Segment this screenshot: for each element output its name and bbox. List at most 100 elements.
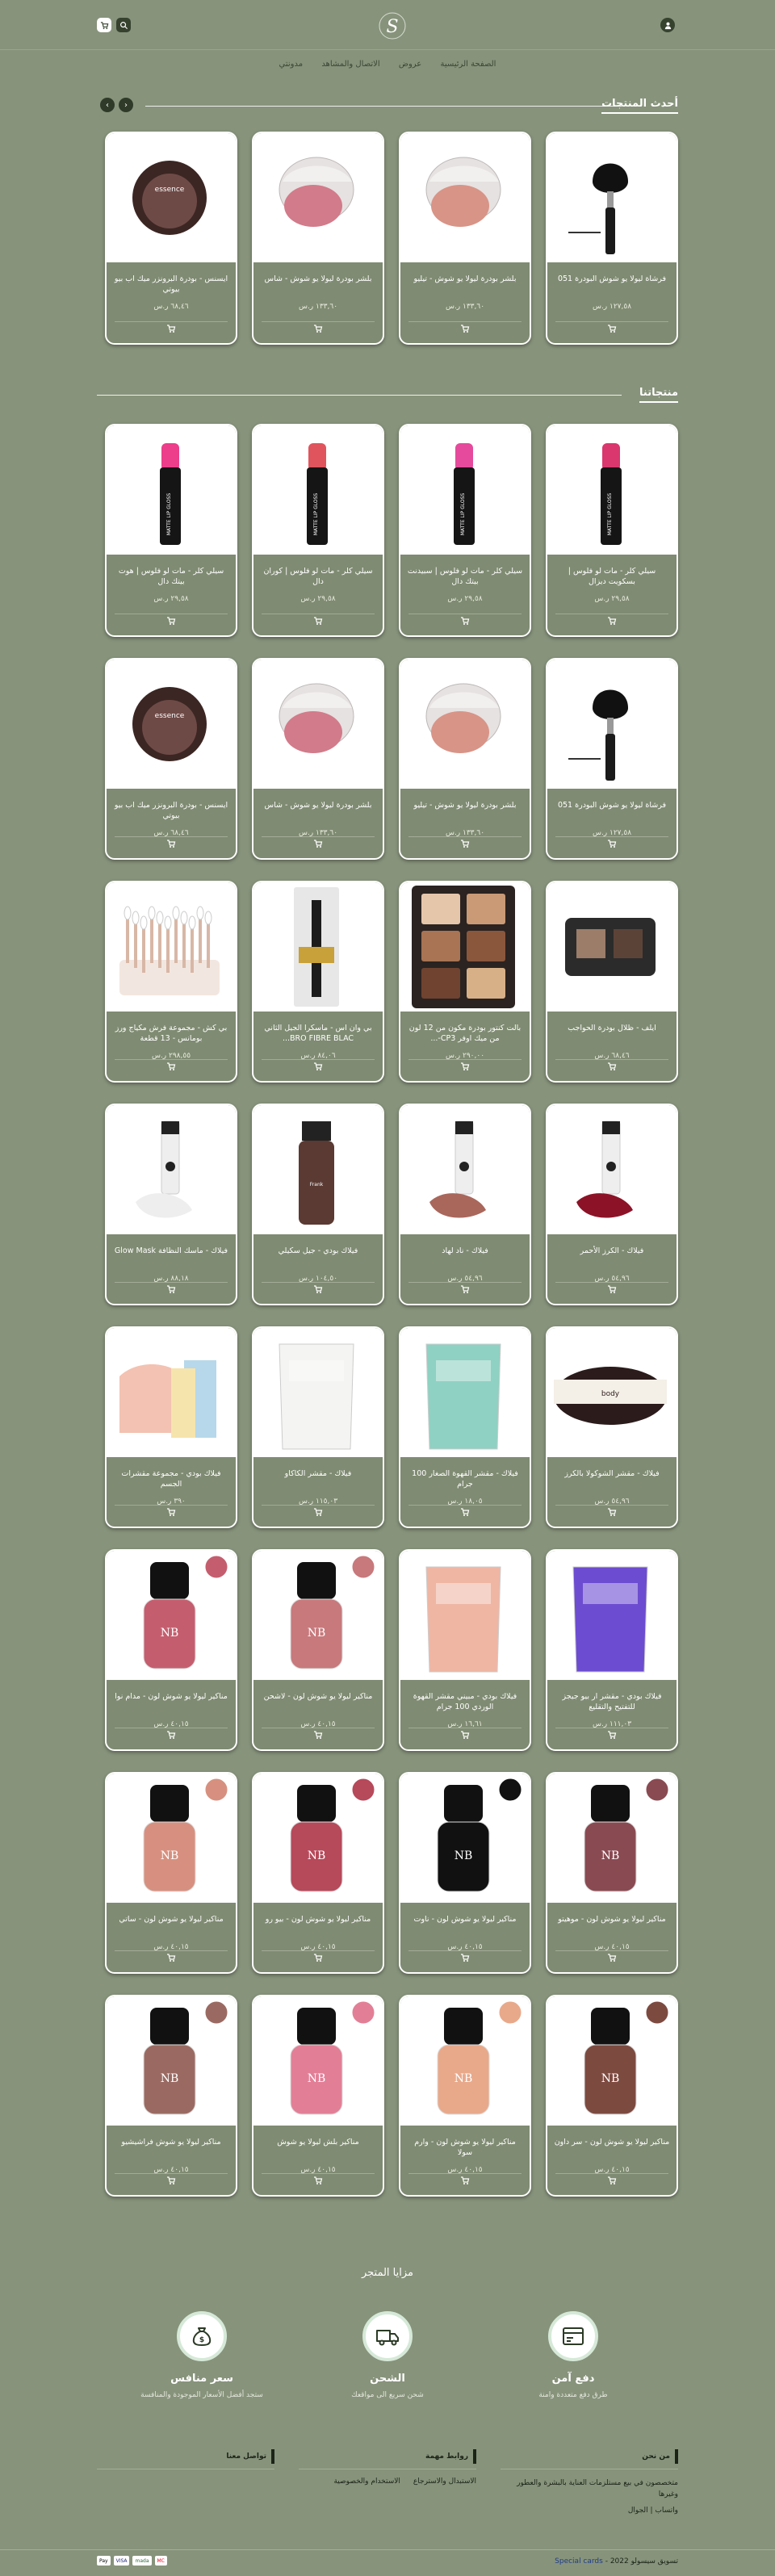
product-card[interactable]: NB مناكير بلش ليولا يو شوش ٤٠,١٥ ر.س (252, 1995, 384, 2197)
carousel-prev-button[interactable]: ‹ (100, 98, 115, 112)
product-card[interactable]: MATTE LIP GLOSS سيلي كلر - مات لو فلوس |… (105, 424, 237, 637)
account-button[interactable] (660, 18, 675, 32)
product-card[interactable]: NB مناكير ليولا يو شوش لون - ساتي ٤٠,١٥ … (105, 1772, 237, 1974)
product-name[interactable]: فيلاك - ماسك النظافة Glow Mask (107, 1234, 236, 1270)
nav-item-blog[interactable]: مدونتي (279, 60, 304, 69)
product-image-area[interactable]: MATTE LIP GLOSS (253, 425, 383, 555)
add-to-cart-button[interactable] (547, 836, 677, 852)
add-to-cart-button[interactable] (107, 1059, 236, 1074)
product-image-area[interactable] (400, 660, 530, 789)
product-image-area[interactable] (253, 133, 383, 262)
product-card[interactable]: بلشر بودرة ليولا يو شوش - شاس ١٣٣,٦٠ ر.س (252, 658, 384, 860)
product-image-area[interactable]: MATTE LIP GLOSS (107, 425, 236, 555)
product-image-area[interactable] (400, 133, 530, 262)
product-image-area[interactable]: NB (253, 1551, 383, 1680)
product-image-area[interactable]: NB (547, 1774, 677, 1903)
product-card[interactable]: NB مناكير ليولا يو شوش لون - وارم سولا ٤… (399, 1995, 531, 2197)
product-image-area[interactable]: NB (547, 1996, 677, 2126)
mobile-link[interactable]: الجوال (628, 2507, 648, 2515)
product-card[interactable]: NB مناكير ليولا يو شوش لون - ناوت ٤٠,١٥ … (399, 1772, 531, 1974)
product-card[interactable]: فيلاك - الكرز الأحمر ٥٤,٩٦ ر.س (546, 1104, 678, 1305)
add-to-cart-button[interactable] (253, 1282, 383, 1297)
product-image-area[interactable] (400, 1105, 530, 1234)
product-image-area[interactable] (253, 660, 383, 789)
product-card[interactable]: بي وان اس - ماسكرا الجيل الثاني BRO FIBR… (252, 881, 384, 1083)
nav-item-home[interactable]: الصفحة الرئيسية (440, 60, 496, 69)
footer-link-privacy[interactable]: الاستخدام والخصوصية (333, 2478, 400, 2486)
add-to-cart-button[interactable] (253, 321, 383, 337)
product-name[interactable]: فيلاك - مقشر الشوكولا بالكرز (547, 1457, 677, 1493)
product-card[interactable]: body فيلاك - مقشر الشوكولا بالكرز ٥٤,٩٦ … (546, 1326, 678, 1528)
product-name[interactable]: مناكير ليولا يو شوش لون - لاشحن (253, 1680, 383, 1715)
copyright-brand-link[interactable]: Special cards (555, 2557, 603, 2566)
add-to-cart-button[interactable] (547, 1282, 677, 1297)
product-card[interactable]: MATTE LIP GLOSS سيلي كلر - مات لو فلوس |… (252, 424, 384, 637)
product-image-area[interactable]: NB (253, 1996, 383, 2126)
product-card[interactable]: ايلف - ظلال بودرة الحواجب ٦٨,٤٦ ر.س (546, 881, 678, 1083)
product-name[interactable]: فيلاك بودي - مجموعة مقشرات الجسم (107, 1457, 236, 1493)
product-image-area[interactable]: essence (107, 660, 236, 789)
add-to-cart-button[interactable] (253, 2173, 383, 2189)
product-image-area[interactable]: MATTE LIP GLOSS (400, 425, 530, 555)
product-name[interactable]: سيلي كلر - مات لو فلوس | هوت بيتك دال (107, 555, 236, 590)
add-to-cart-button[interactable] (400, 1505, 530, 1520)
add-to-cart-button[interactable] (547, 1728, 677, 1743)
product-image-area[interactable] (253, 1328, 383, 1457)
product-card[interactable]: MATTE LIP GLOSS سيلي كلر - مات لو فلوس |… (546, 424, 678, 637)
cart-button[interactable] (97, 18, 111, 32)
product-card[interactable]: essence ايسنس - بودرة البرونزر ميك اب بي… (105, 658, 237, 860)
product-card[interactable]: NB مناكير ليولا يو شوش لون - مدام نوا ٤٠… (105, 1549, 237, 1751)
product-image-area[interactable] (107, 882, 236, 1012)
add-to-cart-button[interactable] (253, 1505, 383, 1520)
product-name[interactable]: ايسنس - بودرة البرونزر ميك اب بيو بيوتي (107, 262, 236, 298)
add-to-cart-button[interactable] (400, 836, 530, 852)
product-card[interactable]: فرشاة ليولا يو شوش البودرة 051 ١٢٧,٥٨ ر.… (546, 132, 678, 345)
product-name[interactable]: بي كش - مجموعة فرش مكياج ورز بومانس - 13… (107, 1012, 236, 1047)
product-image-area[interactable] (547, 1105, 677, 1234)
product-name[interactable]: مناكير ليولا يو شوش فراشيشيو (107, 2126, 236, 2161)
add-to-cart-button[interactable] (253, 1950, 383, 1966)
add-to-cart-button[interactable] (547, 321, 677, 337)
product-card[interactable]: بلشر بودرة ليولا يو شوش - شاس ١٣٣,٦٠ ر.س (252, 132, 384, 345)
product-name[interactable]: فيلاك - الكرز الأحمر (547, 1234, 677, 1270)
add-to-cart-button[interactable] (400, 1950, 530, 1966)
product-image-area[interactable] (400, 1551, 530, 1680)
product-card[interactable]: بلشر بودرة ليولا يو شوش - تيليو ١٣٣,٦٠ ر… (399, 658, 531, 860)
product-card[interactable]: NB مناكير ليولا يو شوش لون - لاشحن ٤٠,١٥… (252, 1549, 384, 1751)
product-name[interactable]: بالت كنتور بودرة مكون من 12 لون من ميك ا… (400, 1012, 530, 1047)
add-to-cart-button[interactable] (400, 1059, 530, 1074)
whatsapp-link[interactable]: واتساب (655, 2507, 678, 2515)
add-to-cart-button[interactable] (547, 1950, 677, 1966)
product-image-area[interactable]: NB (107, 1774, 236, 1903)
product-image-area[interactable] (107, 1328, 236, 1457)
product-name[interactable]: مناكير ليولا يو شوش لون - ناوت (400, 1903, 530, 1938)
product-card[interactable]: فيلاك بودي - مبيني مقشر القهوة الوردي 10… (399, 1549, 531, 1751)
add-to-cart-button[interactable] (107, 2173, 236, 2189)
product-image-area[interactable]: essence (107, 133, 236, 262)
product-image-area[interactable] (547, 660, 677, 789)
product-card[interactable]: فيلاك بودي - مجموعة مقشرات الجسم ٣٩٠ ر.س (105, 1326, 237, 1528)
product-card[interactable]: بلشر بودرة ليولا يو شوش - تيليو ١٣٣,٦٠ ر… (399, 132, 531, 345)
product-name[interactable]: فيلاك - ناد لهاد (400, 1234, 530, 1270)
add-to-cart-button[interactable] (400, 321, 530, 337)
product-card[interactable]: بالت كنتور بودرة مكون من 12 لون من ميك ا… (399, 881, 531, 1083)
product-name[interactable]: بلشر بودرة ليولا يو شوش - شاس (253, 262, 383, 298)
add-to-cart-button[interactable] (107, 1728, 236, 1743)
product-name[interactable]: بي وان اس - ماسكرا الجيل الثاني BRO FIBR… (253, 1012, 383, 1047)
product-image-area[interactable] (253, 882, 383, 1012)
product-name[interactable]: سيلي كلر - مات لو فلوس | كوران دال (253, 555, 383, 590)
product-image-area[interactable] (400, 882, 530, 1012)
product-name[interactable]: مناكير ليولا يو شوش لون - مدام نوا (107, 1680, 236, 1715)
product-name[interactable]: سيلي كلر - مات لو فلوس | بسكويت ديزال (547, 555, 677, 590)
nav-item-offers[interactable]: عروض (399, 60, 421, 69)
product-name[interactable]: مناكير بلش ليولا يو شوش (253, 2126, 383, 2161)
product-name[interactable]: فيلاك بودي - مقشر ار بيو جيجز للتفتيح وا… (547, 1680, 677, 1715)
product-image-area[interactable] (547, 882, 677, 1012)
product-name[interactable]: فرشاة ليولا يو شوش البودرة 051 (547, 262, 677, 298)
product-card[interactable]: essence ايسنس - بودرة البرونزر ميك اب بي… (105, 132, 237, 345)
footer-link-returns[interactable]: الاستبدال والاسترجاع (413, 2478, 476, 2486)
product-name[interactable]: مناكير ليولا يو شوش لون - موهيتو (547, 1903, 677, 1938)
product-image-area[interactable]: NB (400, 1996, 530, 2126)
product-image-area[interactable] (107, 1105, 236, 1234)
product-name[interactable]: مناكير ليولا يو شوش لون - سر داون (547, 2126, 677, 2161)
